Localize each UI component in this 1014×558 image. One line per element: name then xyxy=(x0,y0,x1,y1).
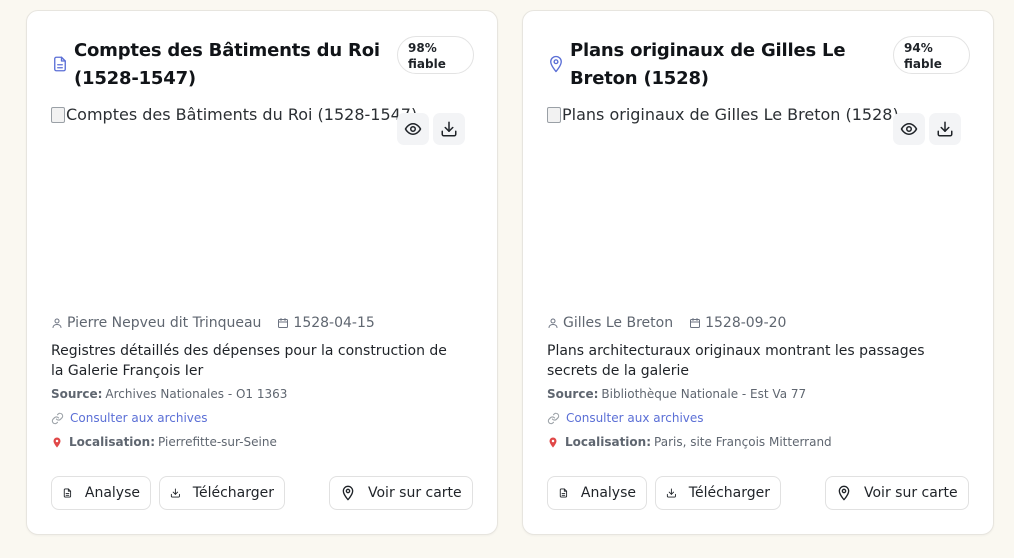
broken-image-icon xyxy=(547,107,561,123)
reliability-value: 94% xyxy=(904,41,933,55)
location-value: Pierrefitte-sur-Seine xyxy=(158,435,277,449)
archive-link[interactable]: Consulter aux archives xyxy=(547,411,704,425)
location-pin-icon xyxy=(549,437,557,447)
location-pin-icon xyxy=(53,437,61,447)
source-line: Source: Archives Nationales - O1 1363 xyxy=(51,387,287,401)
download-label: Télécharger xyxy=(192,485,274,501)
analyse-label: Analyse xyxy=(580,485,636,501)
analyse-button[interactable]: Analyse xyxy=(51,476,151,510)
location-label: Localisation: xyxy=(69,435,156,449)
link-icon xyxy=(547,412,560,424)
view-on-map-button[interactable]: Voir sur carte xyxy=(329,476,473,510)
location-line: Localisation: Pierrefitte-sur-Seine xyxy=(51,435,277,449)
card-actions: Analyse Télécharger Voir sur carte xyxy=(51,476,475,512)
card-header: Comptes des Bâtiments du Roi (1528-1547)… xyxy=(51,35,475,95)
card-title: Comptes des Bâtiments du Roi (1528-1547) xyxy=(74,40,380,89)
eye-icon xyxy=(404,123,422,135)
document-preview: Comptes des Bâtiments du Roi (1528-1547) xyxy=(51,105,475,295)
broken-image: Plans originaux de Gilles Le Breton (152… xyxy=(547,105,899,125)
map-pin-icon xyxy=(838,485,850,501)
location-label: Localisation: xyxy=(565,435,652,449)
file-text-icon xyxy=(559,488,568,498)
broken-image: Comptes des Bâtiments du Roi (1528-1547) xyxy=(51,105,417,125)
date: 1528-04-15 xyxy=(277,315,375,331)
file-text-icon xyxy=(63,488,72,498)
download-icon xyxy=(170,488,180,498)
source-label: Source: xyxy=(547,387,599,401)
reliability-label: fiable xyxy=(408,57,446,71)
card-meta: Gilles Le Breton 1528-09-20 xyxy=(547,313,786,333)
map-pin-icon xyxy=(550,55,562,73)
document-card: Plans originaux de Gilles Le Breton (152… xyxy=(522,10,994,535)
source-line: Source: Bibliothèque Nationale - Est Va … xyxy=(547,387,806,401)
date: 1528-09-20 xyxy=(689,315,786,331)
map-pin-icon xyxy=(342,485,354,501)
card-header: Plans originaux de Gilles Le Breton (152… xyxy=(547,35,971,95)
card-meta: Pierre Nepveu dit Trinqueau 1528-04-15 xyxy=(51,313,375,333)
download-icon xyxy=(441,121,457,137)
reliability-value: 98% xyxy=(408,41,437,55)
card-title: Plans originaux de Gilles Le Breton (152… xyxy=(570,40,846,89)
source-value: Archives Nationales - O1 1363 xyxy=(105,387,288,401)
calendar-icon xyxy=(690,318,701,328)
date-value: 1528-04-15 xyxy=(293,315,375,331)
author-name: Gilles Le Breton xyxy=(563,315,674,331)
view-button[interactable] xyxy=(397,113,429,145)
source-label: Source: xyxy=(51,387,103,401)
view-button[interactable] xyxy=(893,113,925,145)
card-description: Registres détaillés des dépenses pour la… xyxy=(51,343,447,379)
download-icon xyxy=(937,121,953,137)
document-icon xyxy=(54,56,66,72)
image-alt-text: Comptes des Bâtiments du Roi (1528-1547) xyxy=(66,105,418,124)
map-label: Voir sur carte xyxy=(368,485,462,501)
archive-link-label[interactable]: Consulter aux archives xyxy=(566,411,704,425)
location-line: Localisation: Paris, site François Mitte… xyxy=(547,435,832,449)
eye-icon xyxy=(900,123,918,135)
author: Gilles Le Breton xyxy=(547,315,673,331)
broken-image-icon xyxy=(51,107,65,123)
archive-link-label[interactable]: Consulter aux archives xyxy=(70,411,208,425)
document-card: Comptes des Bâtiments du Roi (1528-1547)… xyxy=(26,10,498,535)
user-icon xyxy=(52,318,62,328)
location-value: Paris, site François Mitterrand xyxy=(654,435,832,449)
date-value: 1528-09-20 xyxy=(705,315,787,331)
download-button[interactable]: Télécharger xyxy=(655,476,781,510)
link-icon xyxy=(51,412,64,424)
card-actions: Analyse Télécharger Voir sur carte xyxy=(547,476,971,512)
view-on-map-button[interactable]: Voir sur carte xyxy=(825,476,969,510)
download-icon xyxy=(666,488,676,498)
source-value: Bibliothèque Nationale - Est Va 77 xyxy=(601,387,807,401)
download-button[interactable]: Télécharger xyxy=(159,476,285,510)
map-label: Voir sur carte xyxy=(864,485,958,501)
analyse-label: Analyse xyxy=(84,485,140,501)
card-description: Plans architecturaux originaux montrant … xyxy=(547,343,925,379)
download-icon-button[interactable] xyxy=(433,113,465,145)
reliability-badge: 98% fiable xyxy=(397,36,474,74)
user-icon xyxy=(548,318,558,328)
author: Pierre Nepveu dit Trinqueau xyxy=(51,315,261,331)
download-label: Télécharger xyxy=(688,485,770,501)
calendar-icon xyxy=(278,318,289,328)
archive-link[interactable]: Consulter aux archives xyxy=(51,411,208,425)
author-name: Pierre Nepveu dit Trinqueau xyxy=(67,315,262,331)
download-icon-button[interactable] xyxy=(929,113,961,145)
reliability-badge: 94% fiable xyxy=(893,36,970,74)
image-alt-text: Plans originaux de Gilles Le Breton (152… xyxy=(562,105,899,124)
reliability-label: fiable xyxy=(904,57,942,71)
document-preview: Plans originaux de Gilles Le Breton (152… xyxy=(547,105,971,295)
analyse-button[interactable]: Analyse xyxy=(547,476,647,510)
